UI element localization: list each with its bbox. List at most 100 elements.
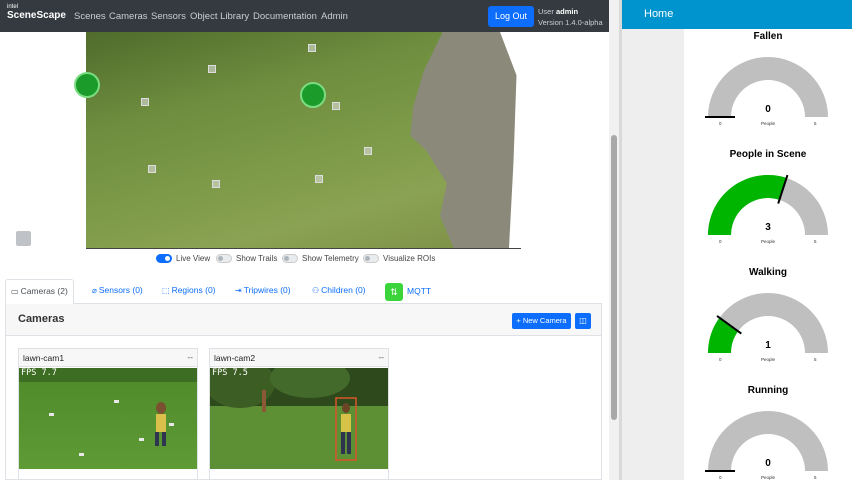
nav-admin[interactable]: Admin — [321, 11, 348, 22]
scene-map[interactable] — [74, 32, 521, 248]
scene-tabs: ▭ Cameras (2) ⌀ Sensors (0) ⬚ Regions (0) ⇥… — [5, 279, 602, 304]
camera-name[interactable]: lawn-cam1 — [23, 353, 64, 363]
switch-icon[interactable] — [363, 254, 379, 263]
camera-icon: ▭ — [11, 287, 19, 296]
gauge-title: Running — [747, 385, 789, 396]
nav-object-library[interactable]: Object Library — [190, 11, 249, 22]
top-navbar: intel SceneScape Scenes Cameras Sensors … — [0, 0, 612, 32]
gauge-min: 0 — [719, 357, 722, 362]
camera-card-lawn-cam1[interactable]: lawn-cam1 -- FPS 7.7 — [18, 348, 198, 480]
dashboard-sidebar — [622, 29, 684, 480]
gauge-max: 5 — [814, 475, 817, 480]
nav-cameras[interactable]: Cameras — [109, 11, 148, 22]
toggle-label: Visualize ROIs — [383, 254, 436, 263]
toggle-show-trails[interactable]: Show Trails — [216, 254, 277, 263]
panel-title: Cameras — [18, 313, 65, 325]
map-marker — [364, 147, 372, 155]
gauge-value: 0 — [765, 458, 771, 469]
fps-label: FPS 7.5 — [212, 368, 248, 378]
layout-toggle-button[interactable]: ◫ — [575, 313, 591, 329]
scenescape-app: intel SceneScape Scenes Cameras Sensors … — [0, 0, 612, 480]
person-marker[interactable] — [74, 72, 100, 98]
map-marker — [212, 180, 220, 188]
tripwire-icon: ⇥ — [235, 286, 242, 295]
gauge-value: 3 — [765, 222, 771, 233]
gauge-max: 5 — [814, 121, 817, 126]
map-marker — [208, 65, 216, 73]
switch-icon[interactable] — [282, 254, 298, 263]
gauge-unit: People — [760, 239, 775, 244]
brand-name: SceneScape — [7, 10, 66, 21]
map-marker — [141, 98, 149, 106]
toggle-label: Show Telemetry — [302, 254, 359, 263]
gauge-max: 5 — [814, 239, 817, 244]
gauge-walking: Walking 1 People 0 5 — [684, 265, 852, 383]
children-icon: ⚇ — [312, 286, 320, 295]
cameras-panel-header: Cameras + New Camera ◫ — [6, 304, 601, 336]
tab-children[interactable]: ⚇ Children (0) — [307, 279, 371, 304]
toggle-label: Live View — [176, 254, 211, 263]
tab-cameras[interactable]: ▭ Cameras (2) — [5, 279, 74, 304]
gauge-min: 0 — [719, 121, 722, 126]
camera-card-header: lawn-cam2 -- — [210, 349, 388, 367]
toggle-live-view[interactable]: Live View — [156, 254, 210, 263]
gauge-title: Fallen — [753, 31, 783, 42]
gauge-unit: People — [760, 357, 775, 362]
gauge-svg — [708, 293, 828, 353]
gauge-title: Walking — [749, 267, 787, 278]
gauge-svg — [705, 57, 828, 118]
logout-button[interactable]: Log Out — [488, 6, 534, 27]
camera-feed[interactable]: FPS 7.5 — [210, 368, 388, 469]
gauge-svg — [705, 411, 828, 472]
gauge-people-in-scene: People in Scene 3 People 0 5 — [684, 147, 852, 265]
toggle-show-telemetry[interactable]: Show Telemetry — [282, 254, 359, 263]
camera-status: -- — [187, 352, 193, 362]
version-label: Version 1.4.0-alpha — [538, 18, 603, 27]
gauge-value: 0 — [765, 104, 771, 115]
map-marker — [148, 165, 156, 173]
user-name: admin — [555, 7, 579, 16]
scrollbar-thumb[interactable] — [611, 135, 617, 420]
user-label: User — [538, 7, 554, 16]
gauge-unit: People — [760, 475, 775, 480]
camera-card-header: lawn-cam1 -- — [19, 349, 197, 367]
nav-scenes[interactable]: Scenes — [74, 11, 106, 22]
camera-status: -- — [378, 352, 384, 362]
camera-name[interactable]: lawn-cam2 — [214, 353, 255, 363]
gauge-min: 0 — [719, 239, 722, 244]
camera-card-lawn-cam2[interactable]: lawn-cam2 -- FPS 7.5 — [209, 348, 389, 480]
switch-icon[interactable] — [216, 254, 232, 263]
person-marker[interactable] — [300, 82, 326, 108]
camera-feed[interactable]: FPS 7.7 — [19, 368, 197, 469]
map-marker — [315, 175, 323, 183]
switch-icon[interactable] — [156, 254, 172, 263]
user-info: User admin Version 1.4.0-alpha — [538, 6, 603, 28]
map-marker — [308, 44, 316, 52]
map-marker — [332, 102, 340, 110]
brand-logo[interactable]: intel SceneScape — [7, 4, 66, 21]
sensor-icon: ⌀ — [92, 286, 97, 295]
gauge-min: 0 — [719, 475, 722, 480]
tab-tripwires[interactable]: ⇥ Tripwires (0) — [230, 279, 296, 304]
dashboard-header: Home — [622, 0, 852, 29]
tab-mqtt[interactable]: MQTT — [407, 286, 431, 296]
toggle-visualize-rois[interactable]: Visualize ROIs — [363, 254, 435, 263]
map-control-button[interactable] — [16, 231, 31, 246]
nav-sensors[interactable]: Sensors — [151, 11, 186, 22]
gauge-svg — [708, 174, 828, 235]
map-border — [86, 248, 521, 249]
tab-regions[interactable]: ⬚ Regions (0) — [157, 279, 221, 304]
regions-icon: ⬚ — [162, 286, 170, 295]
fps-label: FPS 7.7 — [21, 368, 57, 378]
gauge-value: 1 — [765, 340, 771, 351]
nav-documentation[interactable]: Documentation — [253, 11, 317, 22]
rock-terrain — [410, 32, 521, 248]
new-camera-button[interactable]: + New Camera — [512, 313, 571, 329]
gauge-fallen: Fallen 0 People 0 5 — [684, 29, 852, 147]
gauge-unit: People — [760, 121, 775, 126]
dashboard-title: Home — [644, 8, 674, 20]
gauge-title: People in Scene — [729, 149, 807, 160]
mqtt-icon[interactable]: ⇅ — [385, 283, 403, 301]
tab-sensors[interactable]: ⌀ Sensors (0) — [87, 279, 148, 304]
columns-icon: ◫ — [579, 316, 587, 325]
